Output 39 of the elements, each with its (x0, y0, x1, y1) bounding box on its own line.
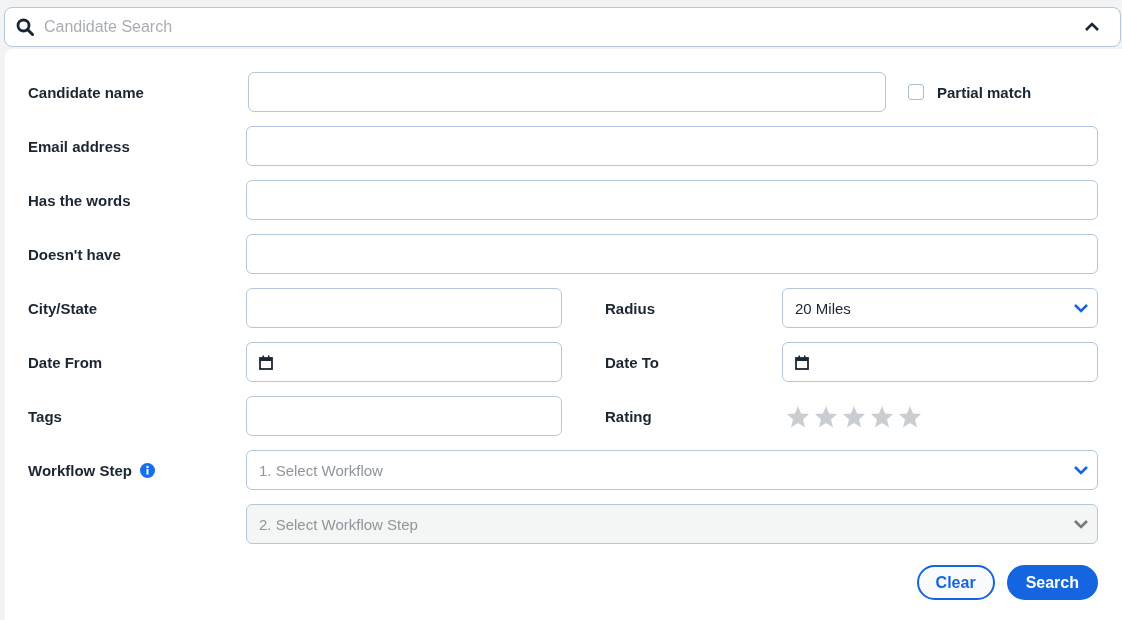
select-field[interactable]: 1. Select Workflow (246, 450, 1098, 490)
field-label: Date To (605, 353, 660, 371)
search-icon (16, 18, 34, 36)
field-label: City/State (28, 299, 99, 317)
field-label: Rating (605, 407, 653, 425)
text-field[interactable] (246, 396, 562, 436)
field-label: Workflow Step (28, 461, 132, 479)
search-button[interactable]: Search (1006, 565, 1098, 600)
star-icon[interactable] (898, 404, 922, 428)
text-field[interactable] (246, 288, 562, 328)
field-label: Radius (605, 299, 656, 317)
checkbox[interactable] (908, 84, 924, 100)
text-field[interactable] (248, 72, 886, 112)
star-icon[interactable] (786, 404, 810, 428)
chevron-icon (1073, 519, 1089, 529)
search-field[interactable]: Candidate Search (42, 17, 1076, 37)
checkbox-label: Partial match (937, 83, 1032, 101)
star-icon[interactable] (842, 404, 866, 428)
calendar-icon (259, 354, 273, 370)
field-label: Candidate name (28, 83, 145, 101)
info-icon[interactable] (139, 462, 155, 478)
field-label: Has the words (28, 191, 132, 209)
calendar-icon (795, 354, 809, 370)
field-label: Doesn't have (28, 245, 122, 263)
text-field[interactable] (246, 180, 1098, 220)
select-field[interactable]: 20 Miles (782, 288, 1098, 328)
star-icon[interactable] (870, 404, 894, 428)
text-field[interactable] (246, 234, 1098, 274)
text-field[interactable] (246, 126, 1098, 166)
chevron-icon (1073, 303, 1089, 313)
search-bar[interactable]: Candidate Search (4, 7, 1121, 47)
date-field[interactable] (246, 342, 562, 382)
field-label: Date From (28, 353, 104, 371)
field-label: Tags (28, 407, 63, 425)
star-icon[interactable] (814, 404, 838, 428)
date-field[interactable] (782, 342, 1098, 382)
chevron-icon (1073, 465, 1089, 475)
clear-button[interactable]: Clear (916, 565, 995, 600)
field-label: Email address (28, 137, 131, 155)
